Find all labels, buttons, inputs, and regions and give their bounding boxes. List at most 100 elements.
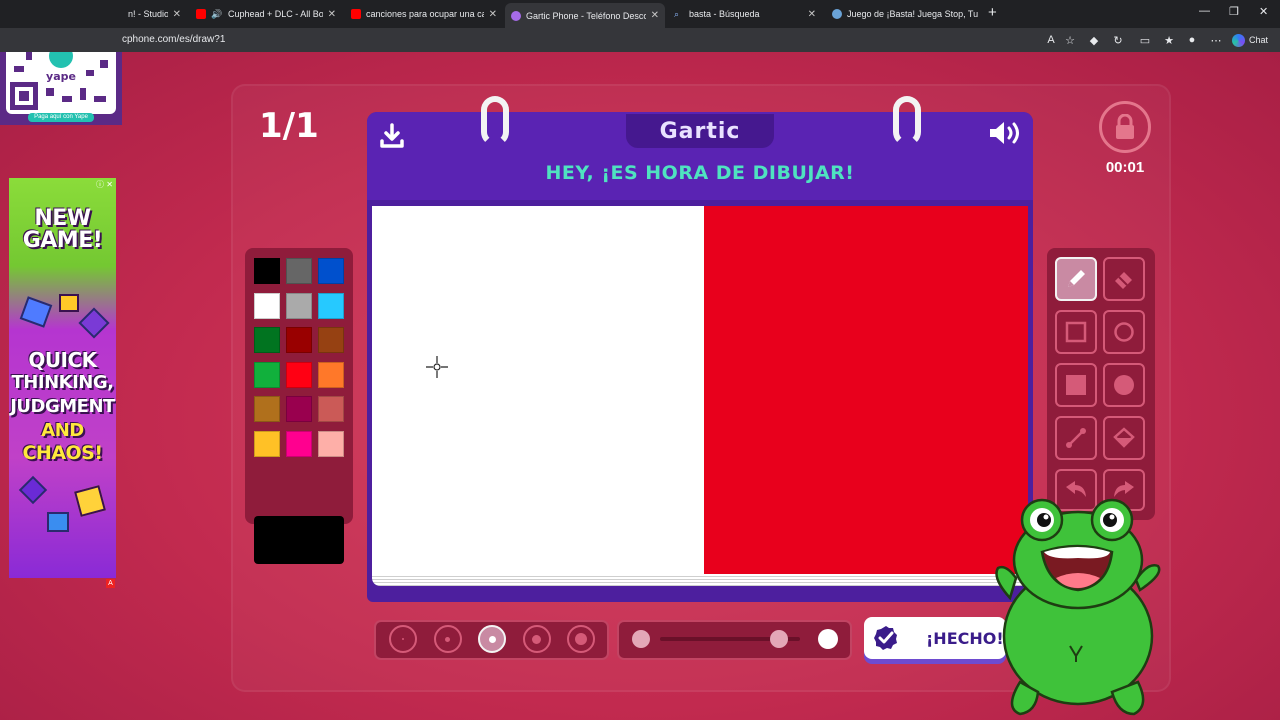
chat-label: Chat xyxy=(1249,35,1269,45)
ad-decoration-icon xyxy=(18,475,48,505)
yape-logo: yape xyxy=(46,70,76,83)
ad-decoration-icon xyxy=(74,485,106,517)
new-tab-button[interactable]: + xyxy=(988,4,997,21)
eraser-tool[interactable] xyxy=(1103,257,1145,301)
ad-line-1: QUICK xyxy=(28,348,97,372)
color-swatch[interactable] xyxy=(286,430,312,457)
brush-size-button[interactable] xyxy=(433,625,462,653)
game-advertisement[interactable]: NEW GAME! QUICK THINKING, JUDGMENT AND C… xyxy=(9,178,116,578)
refresh-extension-icon[interactable]: ↻ xyxy=(1110,32,1126,48)
ad-decoration-icon xyxy=(78,307,110,339)
brush-size-button[interactable] xyxy=(478,625,506,653)
game-page: yape Paga aquí con Yape NEW GAME! QUICK … xyxy=(0,52,1280,720)
tab-close-icon[interactable]: ✕ xyxy=(328,9,336,20)
browser-tab[interactable]: 🔊 Cuphead + DLC - All Bosses S ✕ xyxy=(190,3,342,25)
pencil-icon xyxy=(1068,270,1085,287)
color-swatch[interactable] xyxy=(318,258,344,284)
tab-title: Cuphead + DLC - All Bosses S xyxy=(228,9,323,19)
extension-icon[interactable]: ◆ xyxy=(1086,32,1102,48)
rectangle-outline-tool[interactable] xyxy=(1055,310,1097,354)
search-favicon-icon: ⌕ xyxy=(674,9,680,19)
favorites-icon[interactable]: ★ xyxy=(1161,32,1177,48)
color-swatch[interactable] xyxy=(318,292,344,319)
color-swatch[interactable] xyxy=(286,361,312,388)
ad-headline-2: GAME! xyxy=(22,228,103,253)
browser-tab-active[interactable]: Gartic Phone - Teléfono Descomp ✕ xyxy=(505,3,665,28)
tab-close-icon[interactable]: ✕ xyxy=(489,9,497,20)
fill-bucket-tool[interactable] xyxy=(1103,416,1145,460)
split-screen-icon[interactable]: ▭ xyxy=(1137,32,1153,48)
color-swatch[interactable] xyxy=(254,292,280,319)
gartic-favicon-icon xyxy=(511,10,521,21)
rectangle-outline-icon xyxy=(1065,321,1087,343)
copilot-icon xyxy=(1232,33,1245,47)
tab-close-icon[interactable]: ✕ xyxy=(651,10,659,21)
brush-size-dot xyxy=(488,635,496,643)
pencil-tool[interactable] xyxy=(1055,257,1097,301)
color-swatch[interactable] xyxy=(254,258,280,284)
tab-title: canciones para ocupar una cabeza xyxy=(366,9,484,19)
youtube-favicon-icon xyxy=(351,9,361,19)
browser-tab[interactable]: canciones para ocupar una cabeza ✕ xyxy=(345,3,503,25)
binder-ring xyxy=(481,96,509,146)
qr-caption: Paga aquí con Yape xyxy=(28,113,94,122)
color-swatch[interactable] xyxy=(318,430,344,457)
color-swatch[interactable] xyxy=(286,258,312,284)
color-swatch[interactable] xyxy=(254,396,280,422)
brush-size-dot xyxy=(445,636,450,642)
sound-toggle-button[interactable] xyxy=(987,118,1023,148)
ad-info-icon[interactable]: ⓘ ✕ xyxy=(96,179,116,189)
youtube-favicon-icon xyxy=(196,9,206,19)
lock-button[interactable] xyxy=(1099,101,1151,153)
browser-tab-bar: n! - Studiop ✕ 🔊 Cuphead + DLC - All Bos… xyxy=(0,0,1280,28)
tab-close-icon[interactable]: ✕ xyxy=(808,9,816,20)
rectangle-filled-tool[interactable] xyxy=(1055,363,1097,407)
color-swatch[interactable] xyxy=(318,327,344,353)
rectangle-filled-icon xyxy=(1066,375,1086,395)
color-swatch[interactable] xyxy=(254,327,280,353)
minimize-button[interactable]: — xyxy=(1199,5,1210,17)
color-swatch[interactable] xyxy=(254,361,280,388)
color-swatch[interactable] xyxy=(318,396,344,422)
line-icon xyxy=(1066,428,1086,448)
color-swatch[interactable] xyxy=(286,292,312,319)
done-button[interactable]: ¡HECHO! xyxy=(864,617,1006,659)
color-swatch[interactable] xyxy=(286,396,312,422)
tab-close-icon[interactable]: ✕ xyxy=(173,9,181,20)
maximize-button[interactable]: ❐ xyxy=(1229,5,1239,18)
profile-avatar-icon[interactable]: ● xyxy=(1184,32,1200,48)
url-field[interactable]: cphone.com/es/draw?1 xyxy=(122,34,225,45)
browser-tab[interactable]: Juego de ¡Basta! Juega Stop, Tutti xyxy=(826,3,984,25)
circle-outline-tool[interactable] xyxy=(1103,310,1145,354)
download-button[interactable] xyxy=(378,122,406,150)
circle-filled-tool[interactable] xyxy=(1103,363,1145,407)
ad-line-4: AND xyxy=(41,420,84,441)
read-aloud-icon[interactable]: A xyxy=(1043,32,1059,48)
brush-size-button[interactable] xyxy=(567,625,595,653)
opacity-slider-handle[interactable] xyxy=(770,630,788,648)
brush-size-button[interactable] xyxy=(389,625,417,653)
brush-size-dot xyxy=(532,634,541,644)
color-swatch[interactable] xyxy=(286,327,312,353)
brush-size-button[interactable] xyxy=(522,625,551,653)
address-bar: cphone.com/es/draw?1 A ☆ ◆ ↻ ▭ ★ ● ⋯ Cha… xyxy=(0,28,1280,52)
check-badge-icon xyxy=(874,626,897,650)
yape-qr-ad[interactable]: yape Paga aquí con Yape xyxy=(0,52,122,125)
more-menu-icon[interactable]: ⋯ xyxy=(1208,32,1224,48)
browser-tab[interactable]: n! - Studiop ✕ xyxy=(122,3,187,25)
favorite-star-icon[interactable]: ☆ xyxy=(1062,32,1078,48)
copilot-chat-button[interactable]: Chat xyxy=(1232,31,1268,49)
opacity-max-indicator xyxy=(818,629,838,649)
crosshair-cursor-icon xyxy=(426,356,448,378)
ad-decoration-icon xyxy=(19,296,53,328)
tab-title: n! - Studiop xyxy=(128,9,168,19)
close-window-button[interactable]: ✕ xyxy=(1259,5,1268,18)
speaker-icon[interactable]: 🔊 xyxy=(211,9,223,19)
ad-choices-icon[interactable]: A xyxy=(106,579,115,588)
color-swatch[interactable] xyxy=(318,361,344,388)
color-swatch[interactable] xyxy=(254,430,280,457)
qr-code: yape xyxy=(6,52,116,114)
line-tool[interactable] xyxy=(1055,416,1097,460)
browser-tab[interactable]: ⌕ basta - Búsqueda ✕ xyxy=(668,3,822,25)
download-icon xyxy=(380,123,404,148)
